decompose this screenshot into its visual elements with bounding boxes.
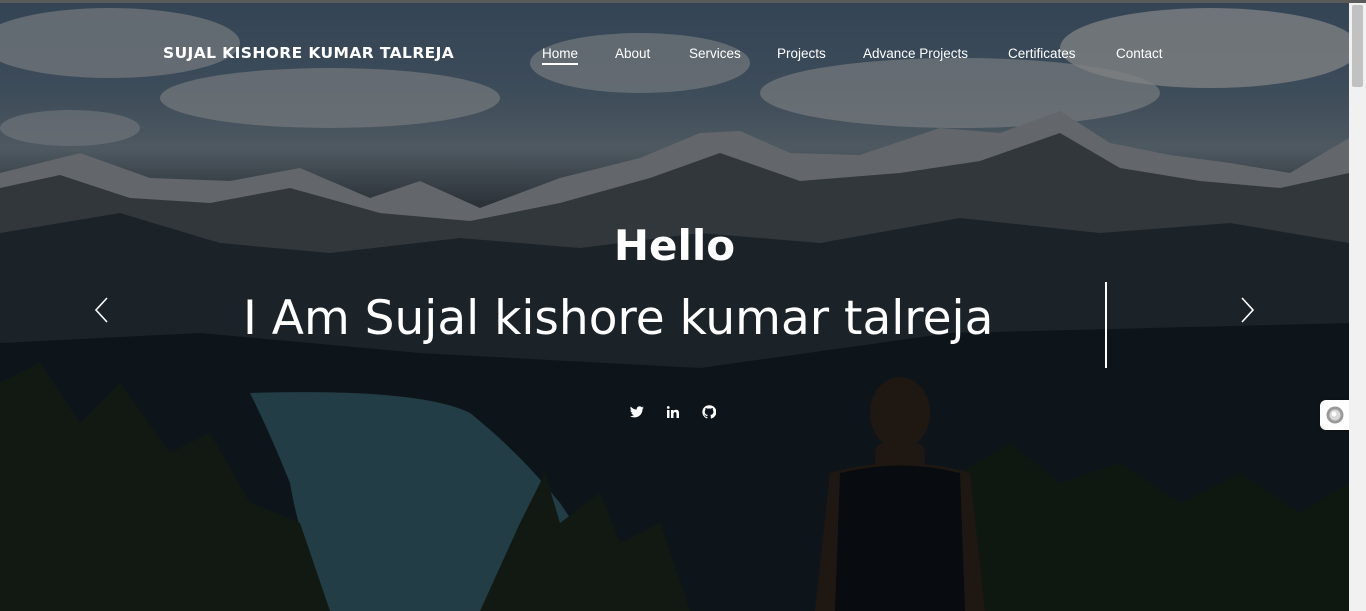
nav-item-services[interactable]: Services (689, 46, 741, 61)
linkedin-link[interactable] (663, 402, 683, 422)
typing-cursor (1105, 282, 1107, 368)
github-link[interactable] (699, 402, 719, 422)
chevron-left-icon (94, 297, 108, 323)
github-icon (702, 405, 716, 419)
floating-chat-widget[interactable] (1320, 400, 1349, 430)
nav-item-advance-projects[interactable]: Advance Projects (863, 46, 968, 61)
vertical-scrollbar[interactable] (1349, 3, 1366, 611)
carousel-next-button[interactable] (1232, 293, 1262, 327)
nav-item-contact[interactable]: Contact (1116, 46, 1163, 61)
hero-section: SUJAL KISHORE KUMAR TALREJA Home About S… (0, 3, 1349, 611)
nav-item-home[interactable]: Home (542, 46, 579, 65)
nav-item-certificates[interactable]: Certificates (1008, 46, 1076, 61)
twitter-icon (630, 406, 644, 418)
carousel-prev-button[interactable] (87, 293, 117, 327)
hero-greeting: Hello (613, 221, 736, 270)
scrollbar-thumb[interactable] (1352, 5, 1363, 87)
hero-typed-tagline: I Am Sujal kishore kumar talreja (243, 291, 994, 346)
nav-item-projects[interactable]: Projects (777, 46, 826, 61)
nav-item-about[interactable]: About (615, 46, 650, 61)
twitter-link[interactable] (627, 402, 647, 422)
widget-logo-icon (1326, 406, 1343, 424)
chevron-right-icon (1241, 297, 1255, 323)
main-navigation: Home About Services Projects Advance Pro… (0, 46, 1349, 66)
linkedin-icon (667, 406, 679, 418)
